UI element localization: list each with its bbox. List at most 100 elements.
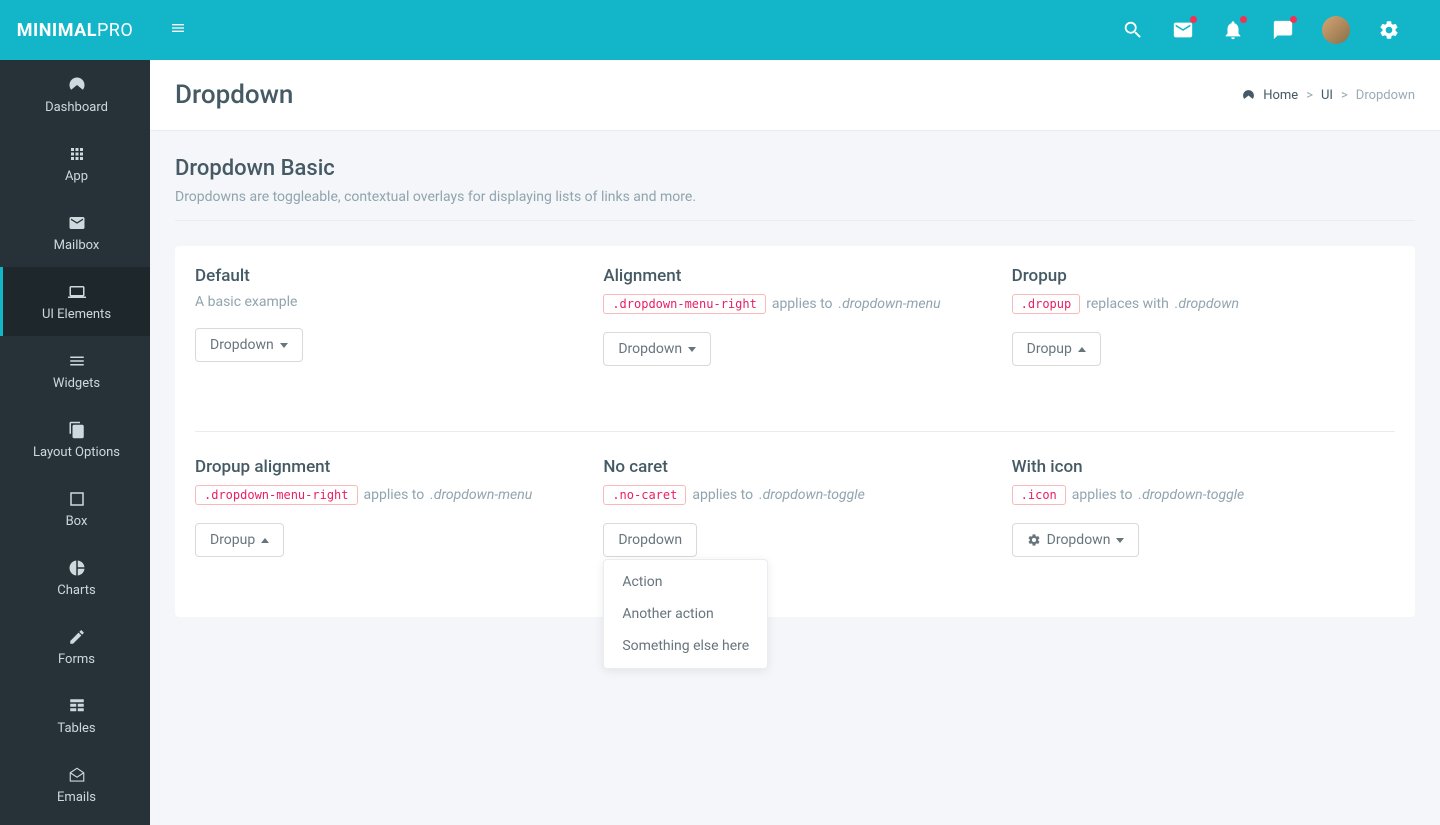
pie-chart-icon [68,557,86,579]
laptop-icon [68,281,86,303]
sidebar-item-box[interactable]: Box [0,474,150,543]
page-header: Dropdown Home > UI > Dropdown [150,60,1440,131]
breadcrumb-home[interactable]: Home [1263,88,1298,103]
caret-down-icon [688,347,696,352]
breadcrumb-sep: > [1341,88,1348,103]
sidebar-item-ui-elements[interactable]: UI Elements [0,267,150,336]
sidebar: Dashboard App Mailbox UI Elements Widget… [0,0,150,825]
dropdown-menu-item[interactable]: Action [604,566,767,598]
section-desc: Dropdowns are toggleable, contextual ove… [175,189,1415,205]
topbar-actions [150,16,1440,44]
example-title: With icon [1012,457,1395,477]
main-content: Dropdown Home > UI > Dropdown Dropdown B… [150,0,1440,642]
envelope-icon [68,212,86,234]
examples-card: Default A basic example Dropdown Alignme… [175,246,1415,617]
gear-icon [1027,533,1041,547]
example-title: Default [195,266,578,286]
dropup-button[interactable]: Dropup [195,523,284,557]
dropdown-wrapper: Dropdown Action Another action Something… [603,523,697,557]
example-desc: .no-caret applies to .dropdown-toggle [603,485,986,505]
sidebar-item-label: Widgets [53,376,100,391]
dropdown-button-no-caret[interactable]: Dropdown [603,523,697,557]
notification-dot [1290,16,1297,23]
home-icon [1242,89,1255,102]
brand-logo: MINIMALPRO [17,20,134,41]
example-alignment: Alignment .dropdown-menu-right applies t… [603,266,986,406]
example-desc: .icon applies to .dropdown-toggle [1012,485,1395,505]
sidebar-toggle-button[interactable] [170,20,186,41]
settings-icon[interactable] [1378,19,1400,41]
layout-icon [68,419,86,441]
dropdown-menu-item[interactable]: Another action [604,598,767,630]
code-tag: .dropdown-menu-right [603,294,766,314]
box-icon [68,488,86,510]
bars-icon [68,350,86,372]
example-with-icon: With icon .icon applies to .dropdown-tog… [1012,457,1395,597]
code-tag: .dropup [1012,294,1081,314]
sidebar-item-widgets[interactable]: Widgets [0,336,150,405]
sidebar-item-label: Tables [57,721,95,736]
logo-box[interactable]: MINIMALPRO [0,0,150,60]
sidebar-item-app[interactable]: App [0,129,150,198]
open-envelope-icon [68,764,86,786]
page-title: Dropdown [175,80,293,110]
code-tag: .icon [1012,485,1066,505]
breadcrumb-parent[interactable]: UI [1321,88,1333,103]
caret-down-icon [280,343,288,348]
sidebar-item-label: Forms [58,652,95,667]
divider [175,220,1415,221]
example-dropup-alignment: Dropup alignment .dropdown-menu-right ap… [195,457,578,597]
sidebar-item-label: Emails [57,790,96,805]
dropdown-button[interactable]: Dropdown [603,332,711,366]
sidebar-item-layout-options[interactable]: Layout Options [0,405,150,474]
breadcrumb-sep: > [1306,88,1313,103]
bell-icon[interactable] [1222,19,1244,41]
sidebar-item-tables[interactable]: Tables [0,681,150,750]
row-divider [195,431,1395,432]
sidebar-item-label: Dashboard [45,100,108,115]
sidebar-item-dashboard[interactable]: Dashboard [0,60,150,129]
dropup-button[interactable]: Dropup [1012,332,1101,366]
table-icon [68,695,86,717]
edit-icon [68,626,86,648]
example-desc: .dropup replaces with .dropdown [1012,294,1395,314]
example-no-caret: No caret .no-caret applies to .dropdown-… [603,457,986,597]
code-tag: .no-caret [603,485,686,505]
example-default: Default A basic example Dropdown [195,266,578,406]
sidebar-item-label: Mailbox [54,238,100,253]
example-desc: .dropdown-menu-right applies to .dropdow… [603,294,986,314]
dropdown-menu: Action Another action Something else her… [603,559,768,669]
examples-grid: Default A basic example Dropdown Alignme… [195,266,1395,597]
example-dropup: Dropup .dropup replaces with .dropdown D… [1012,266,1395,406]
sidebar-item-emails[interactable]: Emails [0,750,150,819]
dropdown-menu-item[interactable]: Something else here [604,630,767,662]
sidebar-item-label: Charts [57,583,95,598]
code-tag: .dropdown-menu-right [195,485,358,505]
sidebar-item-forms[interactable]: Forms [0,612,150,681]
chat-icon[interactable] [1272,19,1294,41]
grid-icon [68,143,86,165]
notification-dot [1240,16,1247,23]
search-icon[interactable] [1122,19,1144,41]
topbar-right [1122,16,1420,44]
dropdown-button[interactable]: Dropdown [195,328,303,362]
notification-dot [1190,16,1197,23]
avatar-image [1322,16,1350,44]
sidebar-item-label: UI Elements [42,307,111,322]
breadcrumb: Home > UI > Dropdown [1242,88,1415,103]
sidebar-item-label: App [65,169,88,184]
caret-up-icon [261,538,269,543]
content: Dropdown Basic Dropdowns are toggleable,… [150,131,1440,642]
example-title: Dropup [1012,266,1395,286]
section-title: Dropdown Basic [175,156,1415,181]
topbar: MINIMALPRO [0,0,1440,60]
sidebar-item-label: Layout Options [33,445,120,460]
sidebar-item-charts[interactable]: Charts [0,543,150,612]
example-desc: A basic example [195,294,578,310]
sidebar-item-mailbox[interactable]: Mailbox [0,198,150,267]
user-avatar[interactable] [1322,16,1350,44]
example-desc: .dropdown-menu-right applies to .dropdow… [195,485,578,505]
dropdown-button-with-icon[interactable]: Dropdown [1012,523,1140,557]
caret-down-icon [1116,538,1124,543]
mail-icon[interactable] [1172,19,1194,41]
